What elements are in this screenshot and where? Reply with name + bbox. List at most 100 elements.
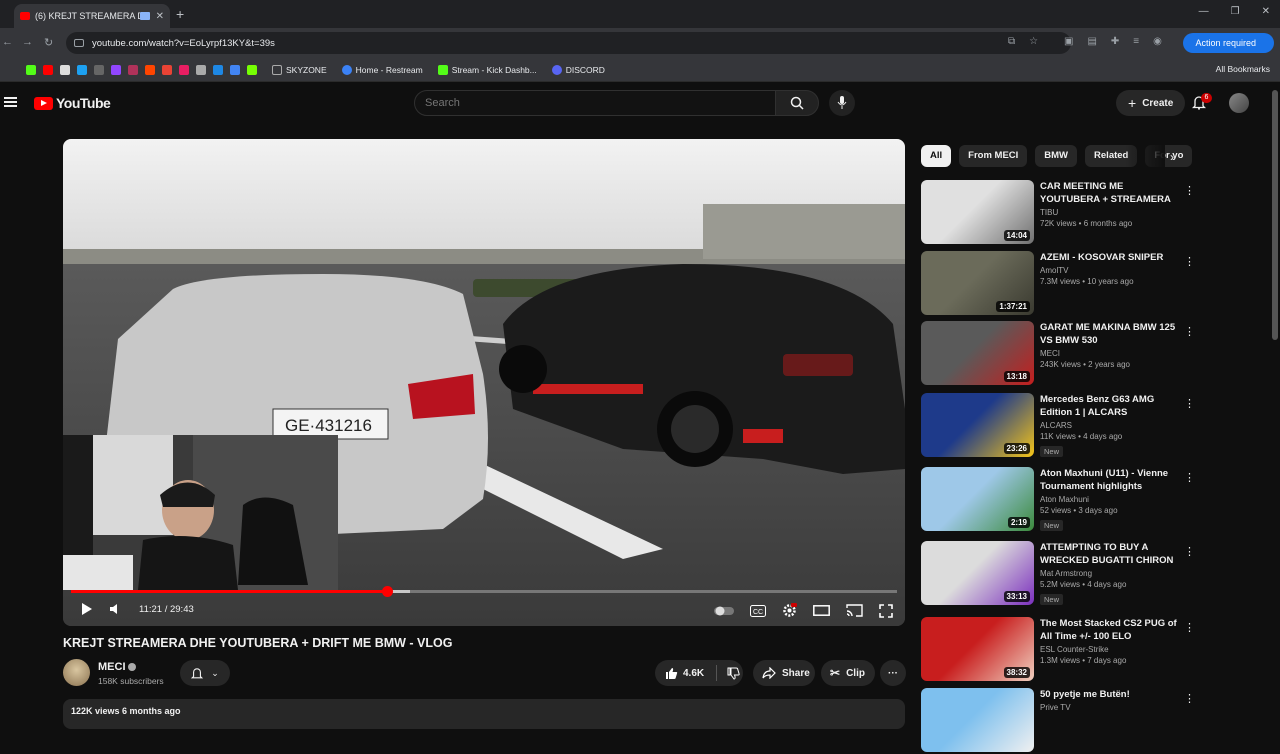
video-thumbnail[interactable]: 38:32 <box>921 617 1034 681</box>
more-vert-icon[interactable]: ⋮ <box>1184 545 1195 558</box>
bookmark-star-icon[interactable]: ☆ <box>1029 36 1038 47</box>
bookmark-app-icon[interactable] <box>26 64 36 75</box>
page-scrollbar[interactable] <box>1272 90 1278 340</box>
video-thumbnail[interactable]: 33:13 <box>921 541 1034 605</box>
recommendation-item[interactable]: 1:37:21 AZEMI - KOSOVAR SNIPER AmolTV 7.3M … <box>921 251 1195 317</box>
recommendation-title[interactable]: Mercedes Benz G63 AMG Edition 1 | ALCARS <box>1040 393 1180 419</box>
more-vert-icon[interactable]: ⋮ <box>1184 621 1195 634</box>
share-button[interactable]: Share <box>753 660 815 686</box>
account-avatar[interactable] <box>1229 93 1249 113</box>
recommendation-title[interactable]: Aton Maxhuni (U11) - Vienne Tournament h… <box>1040 467 1180 493</box>
recommendation-channel[interactable]: Mat Armstrong <box>1040 569 1185 578</box>
video-thumbnail[interactable] <box>921 688 1034 752</box>
clip-button[interactable]: ✂ Clip <box>821 660 875 686</box>
captions-icon[interactable]: CC <box>750 604 766 617</box>
recommendation-channel[interactable]: Prive TV <box>1040 703 1185 712</box>
bookmark-app-icon[interactable] <box>145 64 155 75</box>
bookmark-app-icon[interactable] <box>128 64 138 75</box>
bookmark-app-icon[interactable] <box>77 64 87 75</box>
close-window-icon[interactable]: ✕ <box>1262 6 1270 17</box>
voice-search-button[interactable] <box>829 90 855 116</box>
back-icon[interactable]: ← <box>2 36 13 48</box>
address-bar[interactable]: youtube.com/watch?v=EoLyrpf13KY&t=39s <box>66 32 1071 54</box>
subscription-notifications-button[interactable]: ⌄ <box>180 660 230 686</box>
bookmark-folder[interactable]: SKYZONE <box>272 64 327 75</box>
recommendation-channel[interactable]: MECI <box>1040 349 1185 358</box>
chip-from-channel[interactable]: From MECI <box>959 145 1028 167</box>
recommendation-item[interactable]: 23:26 Mercedes Benz G63 AMG Edition 1 | A… <box>921 393 1195 459</box>
recommendation-title[interactable]: AZEMI - KOSOVAR SNIPER <box>1040 251 1180 264</box>
description-box[interactable]: 122K views 6 months ago <box>63 699 905 729</box>
recommendation-item[interactable]: 38:32 The Most Stacked CS2 PUG of All Tim… <box>921 617 1195 683</box>
forward-icon[interactable]: → <box>22 36 33 48</box>
video-thumbnail[interactable]: 23:26 <box>921 393 1034 457</box>
recommendation-title[interactable]: 50 pyetje me Butën! <box>1040 688 1180 701</box>
bookmark-app-icon[interactable] <box>213 64 223 75</box>
all-bookmarks-button[interactable]: All Bookmarks <box>1216 64 1270 74</box>
play-icon[interactable] <box>81 602 93 616</box>
reload-icon[interactable]: ↻ <box>44 36 53 49</box>
chip-bmw[interactable]: BMW <box>1035 145 1078 167</box>
tab-close-icon[interactable]: ✕ <box>156 11 164 22</box>
more-vert-icon[interactable]: ⋮ <box>1184 184 1195 197</box>
volume-icon[interactable] <box>109 603 123 615</box>
video-thumbnail[interactable]: 14:04 <box>921 180 1034 244</box>
recommendation-item[interactable]: 50 pyetje me Butën! Prive TV ⋮ <box>921 688 1195 754</box>
more-actions-button[interactable]: ··· <box>880 660 906 686</box>
recommendation-channel[interactable]: ALCARS <box>1040 421 1185 430</box>
cast-icon[interactable]: ⧉ <box>1008 36 1015 47</box>
search-input[interactable] <box>414 90 776 116</box>
recommendation-title[interactable]: CAR MEETING ME YOUTUBERA + STREAMERA 😱 T… <box>1040 180 1180 206</box>
chip-all[interactable]: All <box>921 145 952 167</box>
bookmark-app-icon[interactable] <box>179 64 189 75</box>
more-vert-icon[interactable]: ⋮ <box>1184 692 1195 705</box>
bookmark-youtube-icon[interactable] <box>43 64 53 75</box>
recommendation-title[interactable]: The Most Stacked CS2 PUG of All Time +/-… <box>1040 617 1180 643</box>
youtube-logo[interactable]: YouTube <box>34 95 111 111</box>
action-required-button[interactable]: Action required <box>1183 33 1274 53</box>
more-vert-icon[interactable]: ⋮ <box>1184 325 1195 338</box>
fullscreen-icon[interactable] <box>879 603 893 618</box>
recommendation-item[interactable]: 33:13 ATTEMPTING TO BUY A WRECKED BUGATTI… <box>921 541 1195 607</box>
bookmark-app-icon[interactable] <box>196 64 206 75</box>
bookmark-restream[interactable]: Home - Restream <box>341 64 423 75</box>
video-player[interactable]: GE·431216 11:21 / 29:43 CC <box>63 139 905 626</box>
bookmark-discord[interactable]: DISCORD <box>551 64 605 75</box>
extension-icon[interactable]: ▣ <box>1064 36 1073 47</box>
progress-bar[interactable] <box>71 586 897 597</box>
recommendation-channel[interactable]: AmolTV <box>1040 266 1185 275</box>
settings-gear-icon[interactable] <box>782 603 797 618</box>
minimize-icon[interactable]: — <box>1199 6 1209 17</box>
more-vert-icon[interactable]: ⋮ <box>1184 397 1195 410</box>
browser-tab[interactable]: (6) KREJT STREAMERA DHE ✕ <box>14 4 170 28</box>
thumbs-down-icon[interactable] <box>727 667 740 680</box>
more-vert-icon[interactable]: ⋮ <box>1184 255 1195 268</box>
recommendation-item[interactable]: 2:19 Aton Maxhuni (U11) - Vienne Tourname… <box>921 467 1195 533</box>
bookmark-app-icon[interactable] <box>94 64 104 75</box>
profile-icon[interactable]: ◉ <box>1153 36 1162 47</box>
recommendation-channel[interactable]: ESL Counter-Strike <box>1040 645 1185 654</box>
bookmark-twitch-icon[interactable] <box>111 64 121 75</box>
site-info-icon[interactable] <box>74 39 84 47</box>
recommendation-title[interactable]: ATTEMPTING TO BUY A WRECKED BUGATTI CHIR… <box>1040 541 1180 567</box>
extensions-puzzle-icon[interactable]: ✚ <box>1111 36 1119 47</box>
channel-avatar[interactable] <box>63 659 90 686</box>
video-thumbnail[interactable]: 13:18 <box>921 321 1034 385</box>
scrubber-handle[interactable] <box>381 586 393 597</box>
search-button[interactable] <box>775 90 819 116</box>
recommendation-item[interactable]: 13:18 GARAT ME MAKINA BMW 125 VS BMW 530 M… <box>921 321 1195 387</box>
recommendation-item[interactable]: 14:04 CAR MEETING ME YOUTUBERA + STREAMER… <box>921 180 1195 246</box>
audio-playing-icon[interactable] <box>139 12 150 20</box>
chevron-right-icon[interactable]: › <box>1170 150 1174 164</box>
more-vert-icon[interactable]: ⋮ <box>1184 471 1195 484</box>
recommendation-channel[interactable]: Aton Maxhuni <box>1040 495 1185 504</box>
video-thumbnail[interactable]: 1:37:21 <box>921 251 1034 315</box>
bookmark-app-icon[interactable] <box>162 64 172 75</box>
bookmark-x-icon[interactable] <box>60 64 70 75</box>
theater-mode-icon[interactable] <box>813 605 830 616</box>
bookmark-app-icon[interactable] <box>247 64 257 75</box>
extension-icon[interactable]: ▤ <box>1087 36 1096 47</box>
recommendation-title[interactable]: GARAT ME MAKINA BMW 125 VS BMW 530 <box>1040 321 1180 347</box>
autoplay-toggle-icon[interactable] <box>714 606 734 616</box>
like-button[interactable]: 4.6K <box>665 667 704 680</box>
